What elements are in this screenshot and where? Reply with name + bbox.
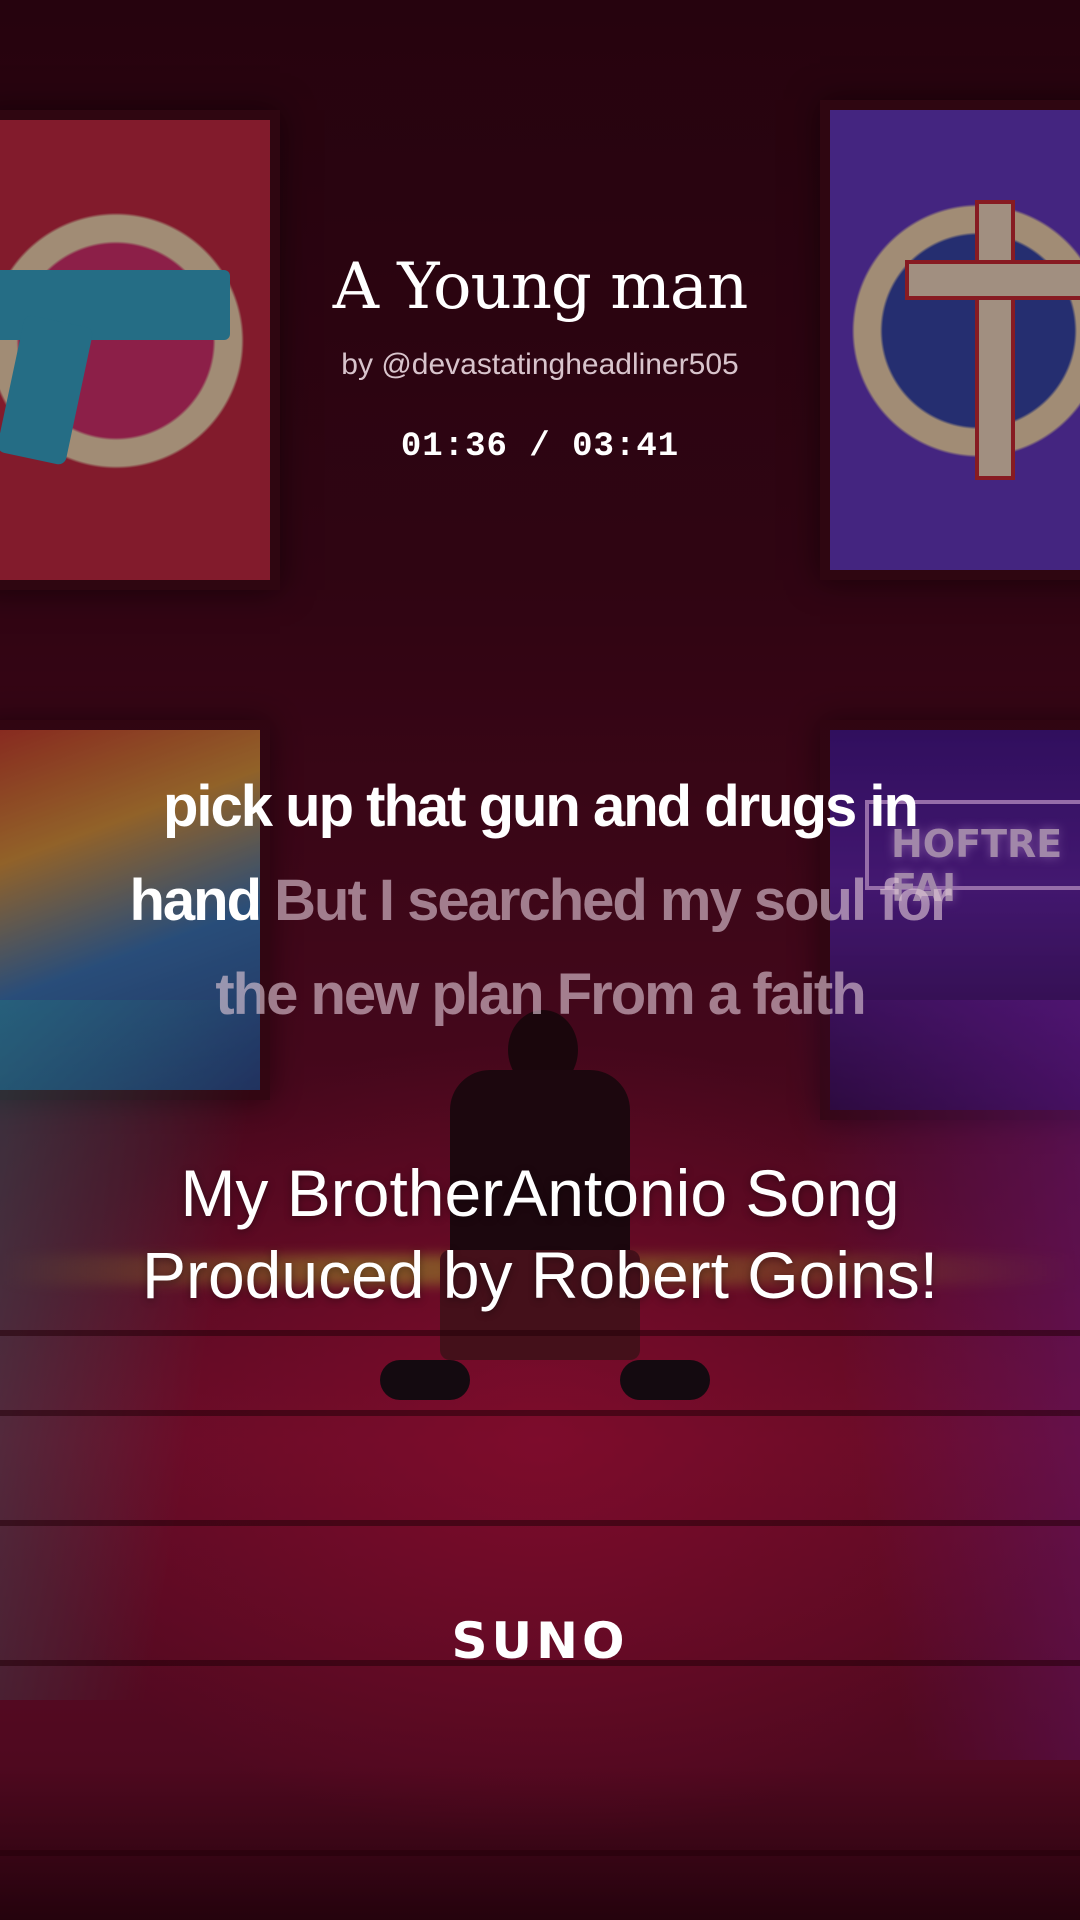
- total-duration: 03:41: [572, 428, 680, 466]
- lyric-upcoming-text: But I searched my soul for the new plan …: [215, 868, 952, 1027]
- suno-logo: SUNO: [451, 1612, 629, 1670]
- time-separator: /: [507, 428, 573, 466]
- lyrics-block: pick up that gun and drugs in hand But I…: [110, 760, 970, 1042]
- video-caption: My BrotherAntonio Song Produced by Rober…: [60, 1152, 1020, 1316]
- song-title: A Young man: [332, 250, 749, 324]
- artist-byline: by @devastatingheadliner505: [341, 348, 739, 381]
- elapsed-time: 01:36: [400, 428, 508, 466]
- caption-line-2: Produced by Robert Goins!: [141, 1238, 939, 1312]
- caption-line-1: My BrotherAntonio Song: [180, 1156, 900, 1230]
- playback-timer: 01:36 / 03:41: [0, 428, 1080, 466]
